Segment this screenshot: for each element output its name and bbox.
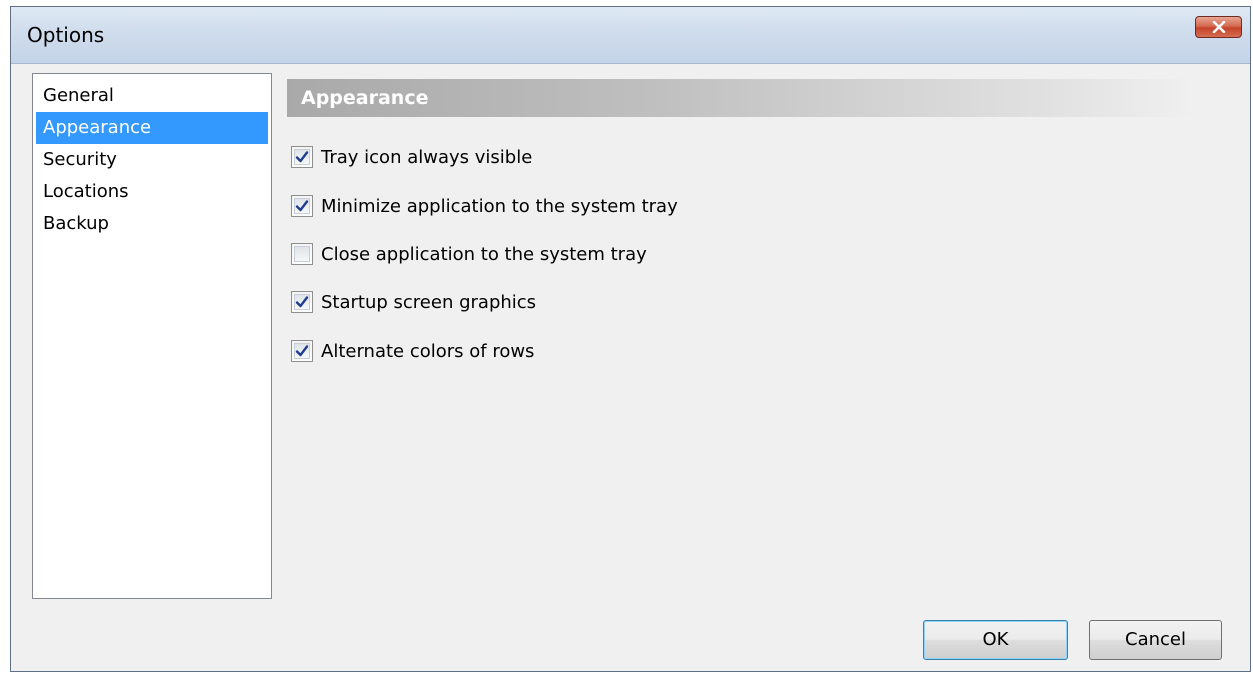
option-minimize-to-tray[interactable]: Minimize application to the system tray [291, 193, 678, 219]
option-startup-screen-graphics[interactable]: Startup screen graphics [291, 289, 536, 315]
option-alternate-row-colors[interactable]: Alternate colors of rows [291, 338, 534, 364]
nav-item-security[interactable]: Security [36, 144, 268, 176]
option-label: Minimize application to the system tray [321, 195, 678, 217]
category-list[interactable]: General Appearance Security Locations Ba… [32, 73, 272, 599]
option-label: Startup screen graphics [321, 291, 537, 313]
checkmark-icon [295, 345, 309, 357]
nav-item-general[interactable]: General [36, 80, 268, 112]
checkmark-icon [295, 296, 309, 308]
title-bar[interactable]: Options [11, 7, 1250, 64]
ok-button[interactable]: OK [923, 620, 1068, 660]
nav-item-label: Appearance [43, 117, 152, 138]
option-close-to-tray[interactable]: Close application to the system tray [291, 241, 647, 267]
checkmark-icon [295, 200, 309, 212]
nav-item-label: Security [43, 149, 117, 170]
nav-item-label: Locations [43, 181, 129, 202]
close-button[interactable] [1195, 16, 1242, 38]
options-dialog: Options General Appearance Security Loca… [10, 6, 1251, 672]
close-icon [1212, 21, 1226, 33]
nav-item-locations[interactable]: Locations [36, 176, 268, 208]
nav-item-backup[interactable]: Backup [36, 208, 268, 240]
checkbox[interactable] [291, 146, 313, 168]
checkbox[interactable] [291, 243, 313, 265]
nav-item-label: General [43, 85, 114, 106]
checkbox[interactable] [291, 195, 313, 217]
section-title: Appearance [301, 87, 429, 109]
nav-item-label: Backup [43, 213, 109, 234]
checkmark-icon [295, 151, 309, 163]
window-title: Options [27, 23, 105, 47]
option-tray-icon-visible[interactable]: Tray icon always visible [291, 144, 532, 170]
checkbox[interactable] [291, 291, 313, 313]
cancel-button[interactable]: Cancel [1089, 620, 1222, 660]
option-label: Alternate colors of rows [321, 340, 535, 362]
checkbox[interactable] [291, 340, 313, 362]
option-label: Close application to the system tray [321, 243, 647, 265]
nav-item-appearance[interactable]: Appearance [36, 112, 268, 144]
option-label: Tray icon always visible [321, 146, 533, 168]
section-header: Appearance [287, 79, 1195, 117]
